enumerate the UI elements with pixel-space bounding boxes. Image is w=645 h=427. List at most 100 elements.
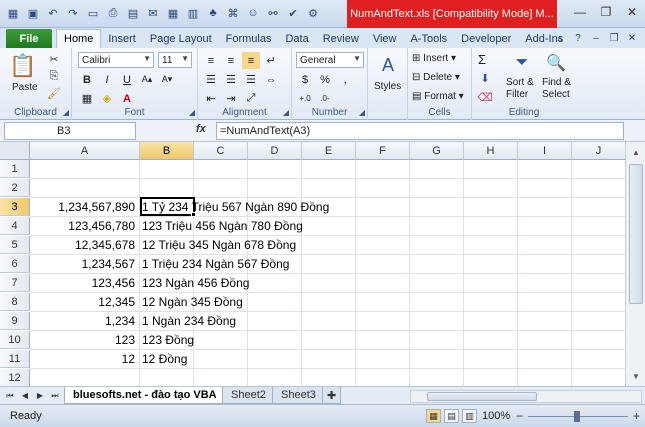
grow-font-icon[interactable]: A▴	[138, 71, 156, 88]
font-name-box[interactable]: Calibri ▼	[78, 52, 154, 68]
underline-icon[interactable]: U	[118, 71, 136, 88]
sheet-tab-active[interactable]: bluesofts.net - đào tạo VBA	[64, 387, 226, 404]
cell-a11[interactable]: 12	[31, 350, 139, 368]
insert-button[interactable]: ⊞ Insert ▾	[412, 53, 456, 64]
column-header-a[interactable]: A	[30, 142, 140, 160]
column-header-b[interactable]: B	[140, 142, 194, 160]
tab-home[interactable]: Home	[56, 29, 102, 48]
row-header-10[interactable]: 10	[0, 331, 30, 349]
styles-icon[interactable]: A	[376, 52, 400, 78]
fill-icon[interactable]: ⬇	[478, 71, 492, 85]
save-icon[interactable]: ▣	[24, 4, 42, 22]
clear-icon[interactable]: ⌫	[477, 90, 493, 104]
cell-a5[interactable]: 12,345,678	[31, 236, 139, 254]
column-header-d[interactable]: D	[248, 142, 302, 160]
first-sheet-icon[interactable]: ⏮	[4, 389, 16, 402]
scroll-down-icon[interactable]: ▼	[628, 368, 644, 384]
cell-b11[interactable]: 12 Đồng	[142, 350, 187, 368]
copy-icon[interactable]: ⎘	[46, 69, 62, 83]
print-preview-icon[interactable]: ⎙	[104, 4, 122, 22]
row-header-9[interactable]: 9	[0, 312, 30, 330]
check-icon[interactable]: ✔	[284, 4, 302, 22]
minimize-ribbon-icon[interactable]: ▵	[553, 31, 567, 45]
border-icon[interactable]: ▦	[78, 90, 96, 107]
row-header-2[interactable]: 2	[0, 179, 30, 197]
formula-input[interactable]: =NumAndText(A3)	[216, 122, 624, 140]
open-icon[interactable]: ▤	[124, 4, 142, 22]
cell-b8[interactable]: 12 Ngàn 345 Đồng	[142, 293, 243, 311]
comma-icon[interactable]: ,	[336, 71, 354, 88]
cell-a9[interactable]: 1,234	[31, 312, 139, 330]
scroll-up-icon[interactable]: ▲	[628, 144, 644, 160]
undo-icon[interactable]: ↶	[44, 4, 62, 22]
italic-icon[interactable]: I	[98, 71, 116, 88]
increase-indent-icon[interactable]: ⇥	[222, 90, 240, 107]
row-header-1[interactable]: 1	[0, 160, 30, 178]
workbook-minimize-icon[interactable]: –	[589, 31, 603, 45]
percent-icon[interactable]: %	[316, 71, 334, 88]
cell-a8[interactable]: 12,345	[31, 293, 139, 311]
align-center-icon[interactable]: ☰	[222, 71, 240, 88]
row-header-4[interactable]: 4	[0, 217, 30, 235]
cell-b7[interactable]: 123 Ngàn 456 Đồng	[142, 274, 249, 292]
page-layout-view-icon[interactable]: ▤	[444, 409, 459, 423]
cell-a6[interactable]: 1,234,567	[31, 255, 139, 273]
row-header-7[interactable]: 7	[0, 274, 30, 292]
clipboard-launcher-icon[interactable]: ◢	[63, 108, 69, 117]
workbook-restore-icon[interactable]: ❐	[607, 31, 621, 45]
cell-a4[interactable]: 123,456,780	[31, 217, 139, 235]
column-header-f[interactable]: F	[356, 142, 410, 160]
workbook-close-icon[interactable]: ✕	[625, 31, 639, 45]
tab-formulas[interactable]: Formulas	[219, 29, 279, 48]
autosum-icon[interactable]: Σ	[478, 52, 486, 67]
font-size-box[interactable]: 11 ▼	[158, 52, 192, 68]
flow-icon[interactable]: ⚙	[304, 4, 322, 22]
column-header-h[interactable]: H	[464, 142, 518, 160]
styles-button[interactable]: Styles	[374, 81, 401, 92]
email-icon[interactable]: ✉	[144, 4, 162, 22]
tree-icon[interactable]: ♣	[204, 4, 222, 22]
horizontal-scrollbar[interactable]	[410, 390, 642, 403]
vertical-scrollbar[interactable]: ▲ ▼	[625, 142, 645, 386]
help-icon[interactable]: ?	[571, 31, 585, 45]
tab-insert[interactable]: Insert	[101, 29, 143, 48]
cell-a3[interactable]: 1,234,567,890	[31, 198, 139, 216]
sheet-tab-sheet3[interactable]: Sheet3	[272, 387, 325, 404]
column-header-i[interactable]: I	[518, 142, 572, 160]
cell-b9[interactable]: 1 Ngàn 234 Đồng	[142, 312, 236, 330]
row-header-5[interactable]: 5	[0, 236, 30, 254]
last-sheet-icon[interactable]: ⏭	[49, 389, 61, 402]
zoom-knob[interactable]	[574, 411, 580, 422]
redo-icon[interactable]: ↷	[64, 4, 82, 22]
cell-a10[interactable]: 123	[31, 331, 139, 349]
tab-page-layout[interactable]: Page Layout	[143, 29, 219, 48]
paste-icon[interactable]: 📋	[9, 52, 36, 80]
scroll-thumb[interactable]	[629, 164, 643, 304]
worksheet-grid[interactable]: A B C D E F G H I J 1 2 3 4 5 6 7 8 9 10 11 12 1,234,567,890 1 …	[0, 142, 625, 386]
cell-b4[interactable]: 123 Triệu 456 Ngàn 780 Đồng	[142, 217, 303, 235]
align-left-icon[interactable]: ☰	[202, 71, 220, 88]
row-header-11[interactable]: 11	[0, 350, 30, 368]
insert-sheet-icon[interactable]: ✚	[322, 387, 342, 404]
name-box[interactable]: B3	[4, 122, 136, 140]
zoom-out-icon[interactable]: −	[516, 409, 523, 423]
restore-icon[interactable]: ❐	[597, 4, 615, 20]
font-color-icon[interactable]: A	[118, 90, 136, 107]
filter-label[interactable]: Filter	[506, 89, 528, 100]
align-top-icon[interactable]: ≡	[202, 52, 220, 69]
wrap-text-icon[interactable]: ↵	[262, 52, 280, 69]
paste-button[interactable]: Paste	[12, 82, 38, 93]
shrink-font-icon[interactable]: A▾	[158, 71, 176, 88]
horizontal-scroll-thumb[interactable]	[427, 392, 537, 401]
cell-b10[interactable]: 123 Đồng	[142, 331, 194, 349]
page-break-view-icon[interactable]: ▥	[462, 409, 477, 423]
sort-label[interactable]: Sort &	[506, 77, 534, 88]
form-icon[interactable]: ▥	[184, 4, 202, 22]
fill-handle[interactable]	[191, 212, 196, 217]
tab-a-tools[interactable]: A-Tools	[403, 29, 454, 48]
column-header-c[interactable]: C	[194, 142, 248, 160]
cell-b5[interactable]: 12 Triệu 345 Ngàn 678 Đồng	[142, 236, 296, 254]
link-icon[interactable]: ⚯	[264, 4, 282, 22]
minimize-icon[interactable]: —	[571, 4, 589, 20]
zoom-level[interactable]: 100%	[482, 410, 510, 422]
